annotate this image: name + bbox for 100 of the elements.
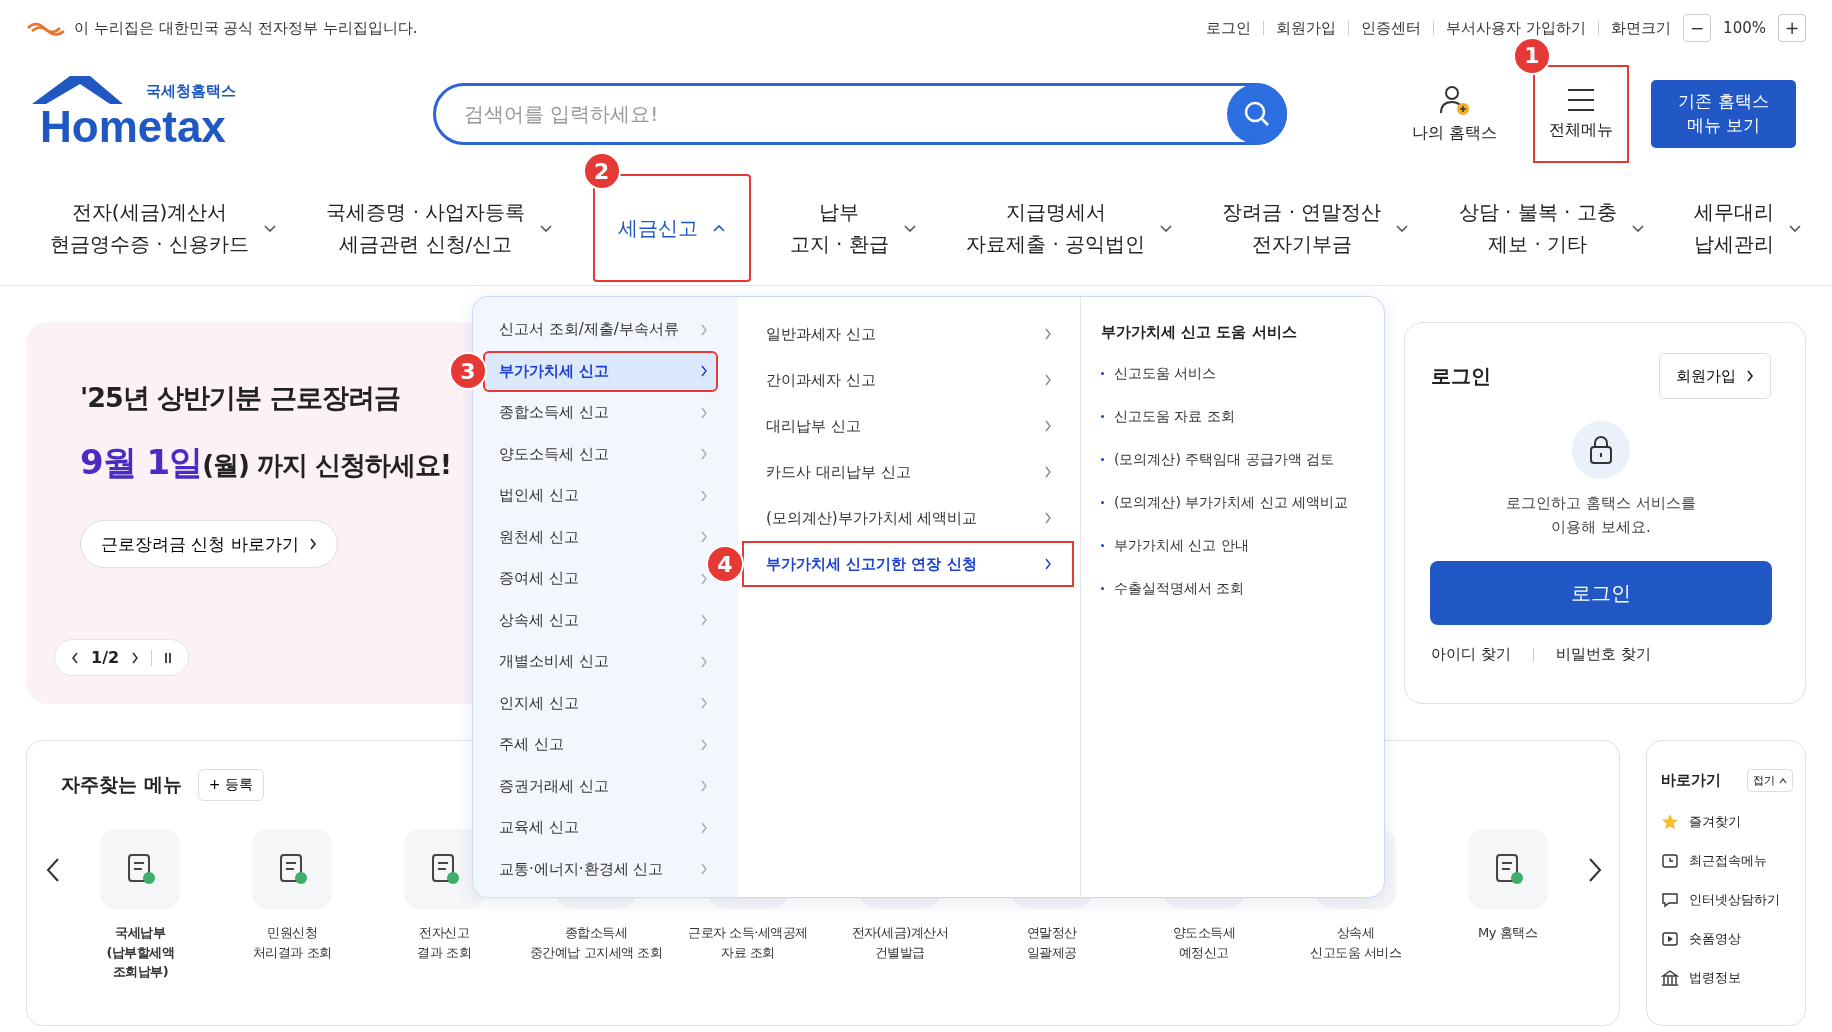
collapse-button[interactable]: 접기 <box>1747 769 1793 792</box>
help-title: 부가가치세 신고 도움 서비스 <box>1101 323 1298 342</box>
shortcut-link[interactable]: 즐겨찾기 <box>1689 812 1741 831</box>
zoom-label: 화면크기 <box>1611 18 1672 38</box>
help-link[interactable]: 신고도움 자료 조회 <box>1114 407 1235 426</box>
next-icon[interactable] <box>131 651 140 664</box>
previous-icon[interactable] <box>45 857 61 883</box>
chat-icon <box>1661 890 1679 909</box>
submenu-item[interactable]: (모의계산)부가가치세 세액비교 <box>742 495 1074 541</box>
quick-menu-item[interactable]: 종합소득세 중간예납 고지세액 조회 <box>530 923 663 962</box>
help-link[interactable]: 수출실적명세서 조회 <box>1114 579 1245 598</box>
play-icon <box>1661 929 1679 948</box>
chevron-right-icon <box>1044 328 1052 340</box>
nav-tab[interactable]: 지급명세서 자료제출 · 공익법인 <box>956 190 1184 266</box>
help-link[interactable]: (모의계산) 부가가치세 신고 세액비교 <box>1114 493 1349 512</box>
top-link[interactable]: 로그인 <box>1206 18 1252 38</box>
next-icon[interactable] <box>1586 857 1603 883</box>
quick-menu-item[interactable]: 연말정산 일괄제공 <box>1026 923 1077 962</box>
chevron-down-icon <box>1395 223 1410 233</box>
submenu-item[interactable]: 부가가치세 신고기한 연장 신청 <box>742 541 1074 587</box>
category-menu-item[interactable]: 증권거래세 신고 <box>483 765 718 807</box>
document-icon[interactable] <box>100 829 181 909</box>
submenu-item[interactable]: 일반과세자 신고 <box>742 311 1074 357</box>
submenu-item[interactable]: 카드사 대리납부 신고 <box>742 449 1074 495</box>
pause-icon[interactable] <box>164 651 173 664</box>
help-link[interactable]: 신고도움 서비스 <box>1114 364 1217 383</box>
chevron-right-icon <box>700 821 708 834</box>
menu-icon <box>1566 86 1596 114</box>
category-menu-item[interactable]: 신고서 조회/제출/부속서류 <box>483 309 718 351</box>
chevron-right-icon <box>700 614 708 627</box>
nav-tab[interactable]: 납부 고지 · 환급 <box>779 190 927 266</box>
category-menu-item[interactable]: 주세 신고 <box>483 724 718 766</box>
star-icon <box>1661 812 1679 831</box>
user-plus-icon <box>1437 83 1472 117</box>
document-icon[interactable] <box>1467 829 1548 909</box>
search-input[interactable]: 검색어를 입력하세요! <box>462 100 1227 127</box>
chevron-right-icon <box>700 863 708 876</box>
chevron-right-icon <box>1044 420 1052 432</box>
chevron-up-icon <box>711 223 726 233</box>
nav-tab[interactable]: 장려금 · 연말정산 전자기부금 <box>1212 190 1420 266</box>
quick-menu-item[interactable]: 국세납부 (납부할세액 조회납부) <box>106 923 175 982</box>
category-menu-item[interactable]: 종합소득세 신고 <box>483 392 718 434</box>
all-menu-button[interactable]: 전체메뉴 <box>1533 64 1629 163</box>
previous-icon[interactable] <box>71 651 79 664</box>
category-menu-item[interactable]: 법인세 신고 <box>483 475 718 517</box>
category-menu-item[interactable]: 개별소비세 신고 <box>483 641 718 683</box>
quick-menu-item[interactable]: 전자(세금)계산서 건별발급 <box>851 923 949 962</box>
account-link[interactable]: 비밀번호 찾기 <box>1555 645 1651 664</box>
login-button[interactable]: 로그인 <box>1430 561 1772 625</box>
shortcut-link[interactable]: 인터넷상담하기 <box>1689 890 1780 909</box>
quick-menu-item[interactable]: 상속세 신고도움 서비스 <box>1310 923 1402 962</box>
chevron-right-icon <box>700 738 708 751</box>
submenu-item[interactable]: 간이과세자 신고 <box>742 357 1074 403</box>
document-icon[interactable] <box>252 829 333 909</box>
search-bar[interactable]: 검색어를 입력하세요! <box>433 82 1287 145</box>
nav-tab[interactable]: 세무대리 납세관리 <box>1683 190 1812 266</box>
clock-icon <box>1661 851 1679 870</box>
legacy-menu-button[interactable]: 기존 홈택스 메뉴 보기 <box>1651 79 1796 148</box>
top-link[interactable]: 부서사용자 가입하기 <box>1446 18 1587 38</box>
chevron-right-icon <box>1044 374 1052 386</box>
nav-tab[interactable]: 상담 · 불복 · 고충 제보 · 기타 <box>1448 190 1655 266</box>
chevron-down-icon <box>1159 223 1174 233</box>
shortcut-link[interactable]: 숏폼영상 <box>1689 929 1741 948</box>
chevron-right-icon <box>1746 370 1754 382</box>
category-menu-item[interactable]: 상속세 신고 <box>483 599 718 641</box>
help-link[interactable]: 부가가치세 신고 안내 <box>1114 536 1249 555</box>
nav-tab[interactable]: 전자(세금)계산서 현금영수증 · 신용카드 <box>40 190 288 266</box>
category-menu-item[interactable]: 교통·에너지·환경세 신고 <box>483 848 718 890</box>
chevron-down-icon <box>263 223 278 233</box>
help-link[interactable]: (모의계산) 주택임대 공급가액 검토 <box>1114 450 1335 469</box>
submenu-item[interactable]: 대리납부 신고 <box>742 403 1074 449</box>
quick-menu-item[interactable]: 민원신청 처리결과 조회 <box>253 923 332 962</box>
government-emblem-icon <box>26 20 66 36</box>
category-menu-item[interactable]: 부가가치세 신고 <box>483 350 718 392</box>
chevron-right-icon <box>700 697 708 710</box>
quick-menu-item[interactable]: 전자신고 결과 조회 <box>417 923 472 962</box>
category-menu-item[interactable]: 인지세 신고 <box>483 682 718 724</box>
chevron-down-icon <box>539 223 554 233</box>
quick-menu-item[interactable]: My 홈택스 <box>1478 923 1538 943</box>
shortcut-link[interactable]: 법령정보 <box>1689 968 1741 987</box>
hometax-logo[interactable]: 국세청홈택스 Hometax <box>28 71 243 156</box>
top-link[interactable]: 인증센터 <box>1361 18 1422 38</box>
account-link[interactable]: 아이디 찾기 <box>1431 645 1511 664</box>
quick-menu-item[interactable]: 근로자 소득·세액공제 자료 조회 <box>688 923 808 962</box>
add-button[interactable]: + 등록 <box>197 769 264 801</box>
signup-button[interactable]: 회원가입 <box>1659 353 1771 399</box>
category-menu-item[interactable]: 교육세 신고 <box>483 807 718 849</box>
zoom-out-button[interactable]: − <box>1683 14 1712 42</box>
top-link[interactable]: 회원가입 <box>1276 18 1337 38</box>
category-menu-item[interactable]: 양도소득세 신고 <box>483 433 718 475</box>
zoom-in-button[interactable]: + <box>1778 14 1806 42</box>
nav-tab[interactable]: 국세증명 · 사업자등록 세금관련 신청/신고 <box>316 190 564 266</box>
banner-link-button[interactable]: 근로장려금 신청 바로가기 <box>80 520 338 568</box>
government-notice: 이 누리집은 대한민국 공식 전자정부 누리집입니다. <box>74 18 418 38</box>
chevron-right-icon <box>700 572 708 585</box>
quick-menu-item[interactable]: 양도소득세 예정신고 <box>1172 923 1235 962</box>
chevron-right-icon <box>308 538 317 550</box>
chevron-right-icon <box>700 365 708 378</box>
my-hometax-button[interactable]: 나의 홈택스 <box>1397 77 1511 150</box>
shortcut-link[interactable]: 최근접속메뉴 <box>1689 851 1767 870</box>
